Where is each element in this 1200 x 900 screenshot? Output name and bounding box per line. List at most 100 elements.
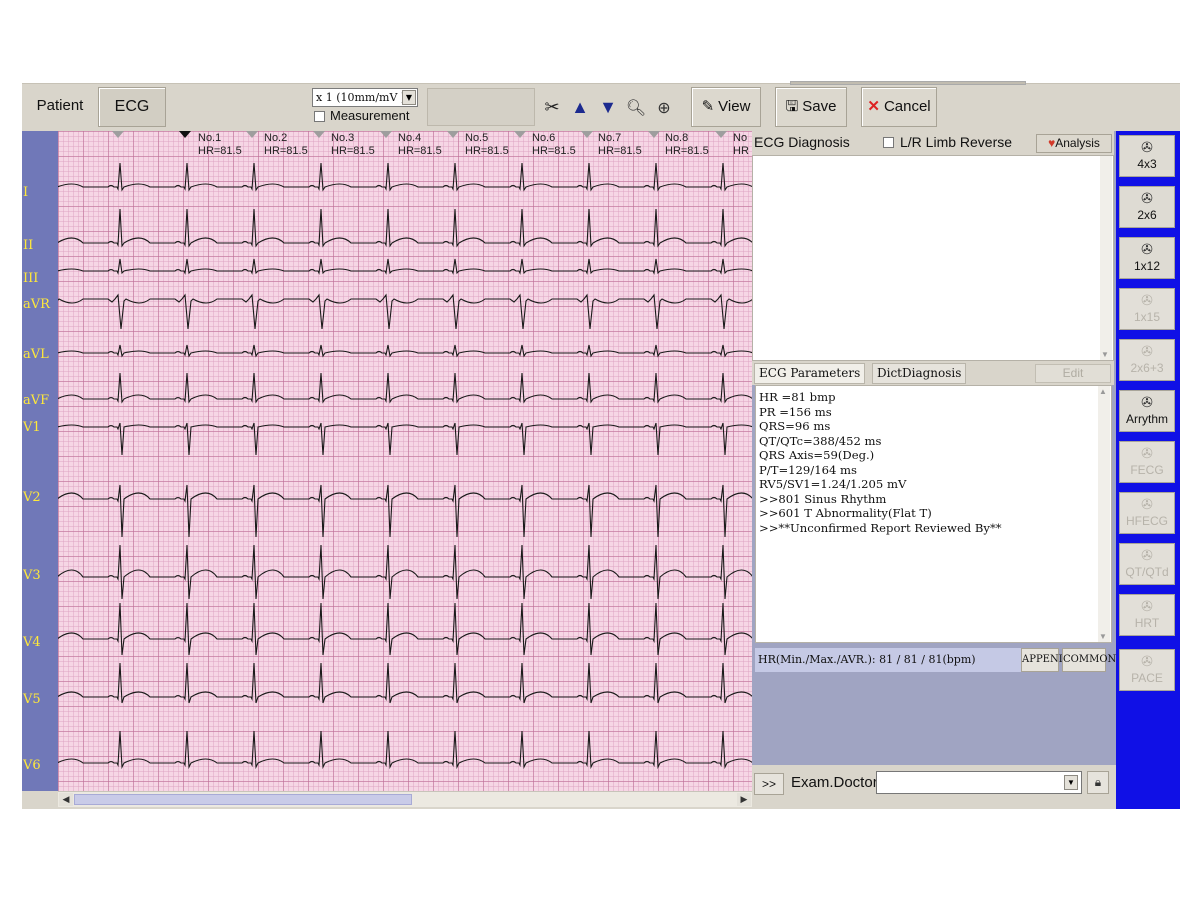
layout-2x6-button[interactable]: ✇ 2x6 — [1119, 186, 1175, 228]
param-line: QRS Axis=59(Deg.) — [759, 448, 875, 462]
common-button[interactable]: COMMON — [1062, 648, 1116, 672]
blank-field — [427, 88, 535, 126]
lead-trace-III — [58, 258, 752, 275]
tab-ecg[interactable]: ECG — [98, 87, 166, 127]
ecg-layout-icon: ✇ — [1141, 139, 1153, 155]
zoom-in-button[interactable]: ⊕ — [651, 92, 677, 122]
layout-label: PACE — [1131, 671, 1163, 685]
horizontal-scrollbar[interactable]: ◀ ▶ — [58, 791, 752, 807]
arrow-up-icon: ▲ — [571, 97, 589, 117]
expand-button[interactable]: >> — [754, 773, 784, 795]
param-line: >>801 Sinus Rhythm — [759, 491, 887, 506]
tab-dict-diagnosis[interactable]: DictDiagnosis — [872, 363, 967, 384]
lead-label: III — [23, 271, 39, 286]
view-button[interactable]: ✎ View — [691, 87, 761, 127]
analysis-button-label: Analysis — [1055, 136, 1100, 150]
layout-fecg-button[interactable]: ✇ FECG — [1119, 441, 1175, 483]
lead-label: aVF — [23, 393, 50, 408]
parameters-text-area[interactable]: HR =81 bmp PR =156 ms QRS=96 ms QT/QTc=3… — [755, 385, 1112, 643]
tab-patient[interactable]: Patient — [26, 94, 94, 118]
beat-marker[interactable] — [514, 131, 526, 138]
beat-number: No.5 — [465, 132, 489, 144]
save-button-label: Save — [802, 98, 837, 115]
layout-1x15-button[interactable]: ✇ 1x15 — [1119, 288, 1175, 330]
ecg-traces — [58, 162, 752, 770]
tab-ecg-parameters[interactable]: ECG Parameters — [754, 363, 866, 384]
save-button[interactable]: 🖫 Save — [775, 87, 847, 127]
floppy-disk-icon: 🖫 — [785, 98, 799, 115]
beat-marker[interactable] — [112, 131, 124, 138]
chevron-down-icon[interactable]: ▼ — [1101, 350, 1109, 359]
param-line: P/T=129/164 ms — [759, 462, 857, 477]
ecg-layout-icon: ✇ — [1141, 653, 1153, 669]
exam-doctor-select[interactable]: ▼ — [876, 771, 1082, 794]
beat-label: No HR — [733, 132, 749, 158]
chevron-down-icon[interactable]: ▼ — [1099, 632, 1107, 641]
view-button-label: View — [718, 98, 751, 115]
layout-label: 1x12 — [1133, 259, 1161, 273]
param-line: RV5/SV1=1.24/1.205 mV — [759, 477, 907, 491]
lead-label: V2 — [23, 490, 41, 505]
measurement-checkbox[interactable] — [314, 111, 325, 122]
top-toolbar: Patient ECG x 1 (10mm/mV ) ▼ Measurement… — [22, 81, 1180, 131]
diagnosis-text-area[interactable]: ▼ — [752, 155, 1114, 361]
arrow-down-icon: ▼ — [599, 97, 617, 117]
beat-marker-selected[interactable] — [179, 131, 191, 138]
lead-trace-I — [58, 162, 752, 192]
cancel-button[interactable]: ✕ Cancel — [861, 87, 937, 127]
close-icon: ✕ — [867, 98, 880, 115]
layout-hfecg-button[interactable]: ✇ HFECG — [1119, 492, 1175, 534]
gain-up-button[interactable]: ▲ — [567, 92, 593, 122]
layout-label: 2x6 — [1137, 208, 1157, 222]
layout-hrt-button[interactable]: ✇ HRT — [1119, 594, 1175, 636]
layout-qtqtd-button[interactable]: ✇ QT/QTd — [1119, 543, 1175, 585]
gain-down-button[interactable]: ▼ — [595, 92, 621, 122]
layout-pace-button[interactable]: ✇ PACE — [1119, 649, 1175, 691]
beat-marker[interactable] — [648, 131, 660, 138]
beat-hr: HR=81.5 — [264, 145, 308, 157]
lead-label: II — [23, 238, 34, 253]
beat-marker[interactable] — [715, 131, 727, 138]
beat-marker[interactable] — [447, 131, 459, 138]
diagnosis-scrollbar[interactable]: ▼ — [1100, 156, 1112, 360]
layout-arrythm-button[interactable]: ✇ Arrythm — [1119, 390, 1175, 432]
param-line: QT/QTc=388/452 ms — [759, 433, 882, 448]
layout-1x12-button[interactable]: ✇ 1x12 — [1119, 237, 1175, 279]
layout-2x6plus3-button[interactable]: ✇ 2x6+3 — [1119, 339, 1175, 381]
beat-marker[interactable] — [313, 131, 325, 138]
lead-trace-aVF — [58, 372, 752, 404]
param-line: QRS=96 ms — [759, 419, 831, 433]
scroll-right-icon[interactable]: ▶ — [737, 793, 751, 806]
append-button[interactable]: APPEND — [1021, 648, 1067, 672]
chevron-down-icon[interactable]: ▼ — [402, 90, 416, 105]
layout-label: 2x6+3 — [1130, 361, 1164, 375]
gain-select[interactable]: x 1 (10mm/mV ) ▼ — [312, 88, 418, 107]
lock-button[interactable]: 🔒︎ — [1087, 771, 1109, 794]
beat-label: No.4 HR=81.5 — [398, 132, 442, 158]
beat-marker[interactable] — [246, 131, 258, 138]
beat-label: No.7 HR=81.5 — [598, 132, 642, 158]
ecg-layout-icon: ✇ — [1141, 598, 1153, 614]
layout-4x3-button[interactable]: ✇ 4x3 — [1119, 135, 1175, 177]
lead-label: V1 — [23, 420, 41, 435]
lead-trace-V5 — [58, 662, 752, 704]
beat-hr: HR=81.5 — [398, 145, 442, 157]
beat-marker[interactable] — [581, 131, 593, 138]
zoom-out-button[interactable]: 🔍︎ — [623, 92, 649, 122]
scroll-left-icon[interactable]: ◀ — [59, 793, 73, 806]
cancel-button-label: Cancel — [883, 98, 931, 115]
ecg-grid[interactable]: No.1 HR=81.5 No.2 HR=81.5 No.3 HR=81.5 No.4… — [58, 131, 752, 791]
chevron-up-icon[interactable]: ▲ — [1099, 387, 1107, 396]
edit-button[interactable]: Edit — [1035, 364, 1111, 383]
beat-marker[interactable] — [380, 131, 392, 138]
limb-reverse-checkbox[interactable] — [883, 137, 894, 148]
scrollbar-thumb[interactable] — [74, 794, 412, 805]
scissors-button[interactable]: ✂ — [539, 92, 565, 122]
zoom-in-icon: ⊕ — [657, 100, 671, 117]
beat-label: No.8 HR=81.5 — [665, 132, 709, 158]
beat-number: No.1 — [198, 132, 222, 144]
analysis-button[interactable]: ♥Analysis — [1036, 134, 1112, 153]
parameters-scrollbar[interactable]: ▲ ▼ — [1098, 386, 1110, 642]
diagnosis-title: ECG Diagnosis — [754, 134, 850, 150]
chevron-down-icon[interactable]: ▼ — [1064, 775, 1078, 790]
